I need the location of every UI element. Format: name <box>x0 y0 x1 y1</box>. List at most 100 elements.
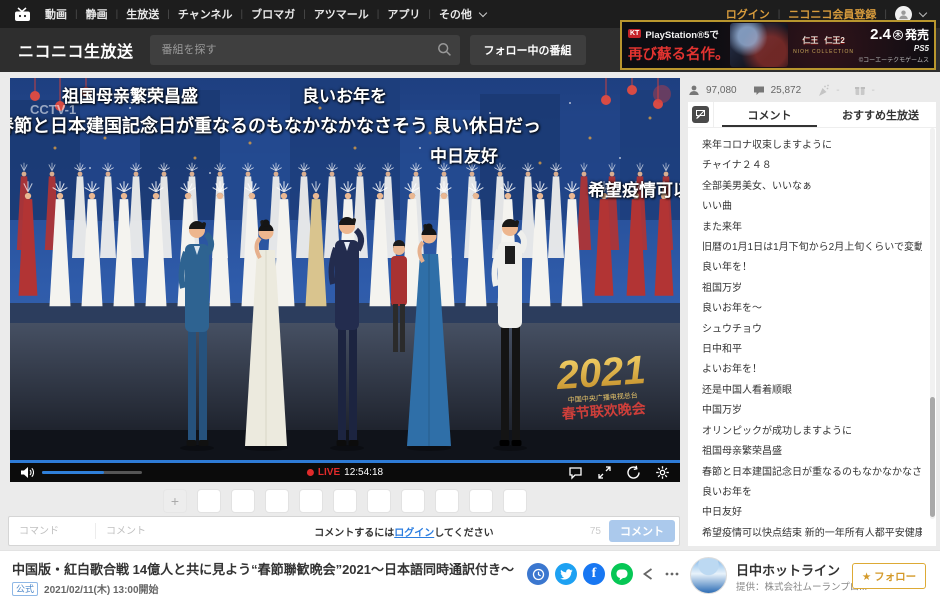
ad-artwork <box>730 23 789 67</box>
sidebar-tabs: コメント おすすめ生放送 <box>688 102 936 128</box>
gift-count: - <box>872 85 875 96</box>
line-share-icon[interactable] <box>611 563 633 585</box>
niconico-tv-icon[interactable] <box>14 7 31 22</box>
stamp-slot[interactable] <box>503 489 527 513</box>
nicolive-logo[interactable]: ニコニコ生放送 <box>18 38 134 62</box>
tab-comments[interactable]: コメント <box>714 102 825 127</box>
channel-provider: 提供：株式会社ムーランプロ... <box>736 579 867 593</box>
sidebar-panel: コメント おすすめ生放送 来年コロナ収束しますように チャイナ２４８ 全部美男美… <box>688 102 936 546</box>
stamp-slot[interactable] <box>197 489 221 513</box>
channel-name[interactable]: 日中ホットライン <box>736 560 840 579</box>
gift-icon <box>854 84 866 96</box>
live-comment: よいお年を！ <box>702 360 922 380</box>
ad-text-block: KT PlayStation®5で 再び蘇る名作。 <box>622 24 730 67</box>
live-comment: 良いお年を〜 <box>702 299 922 319</box>
gala-logo: 2021 中国中央广播电视总台 春节联欢晚会 <box>554 348 649 422</box>
svg-text:2021: 2021 <box>554 348 647 398</box>
more-options-icon[interactable] <box>663 563 681 585</box>
ad-release-word: 発売 <box>905 26 929 43</box>
nav-seiga[interactable]: 静画 <box>78 6 116 22</box>
ad-release-date: 2.4 <box>870 26 891 43</box>
stamp-slot[interactable] <box>367 489 391 513</box>
follow-button[interactable]: ★ フォロー <box>852 563 926 589</box>
comment-submit-button[interactable]: コメント <box>609 520 675 542</box>
settings-gear-icon[interactable] <box>655 465 670 480</box>
channel-avatar[interactable] <box>690 557 727 594</box>
reload-icon[interactable] <box>626 465 641 480</box>
nav-channel[interactable]: チャンネル <box>170 6 241 22</box>
stamp-slot[interactable] <box>333 489 357 513</box>
program-info-bar: 中国版・紅白歌合戦 14億人と共に見よう“春節聯歓晩会”2021〜日本語同時通訳… <box>0 550 940 607</box>
ps5-ad-banner[interactable]: KT PlayStation®5で 再び蘇る名作。 仁王 仁王2 NIOH CO… <box>620 20 936 70</box>
live-comment: 春節と日本建国記念日が重なるのもなかなかなさそう 良い休日だっ <box>702 463 922 483</box>
live-comment: 祖国万岁 <box>702 279 922 299</box>
stamp-slot[interactable] <box>231 489 255 513</box>
start-time: 2021/02/11(木) 13:00開始 <box>44 581 159 596</box>
timeshift-clock-icon[interactable] <box>527 563 549 585</box>
stamp-slot[interactable] <box>299 489 323 513</box>
twitter-share-icon[interactable] <box>555 563 577 585</box>
nav-live[interactable]: 生放送 <box>118 6 167 22</box>
fullscreen-icon[interactable] <box>597 465 612 480</box>
ad-release-day: 木 <box>893 30 903 40</box>
live-comment: 中日友好 <box>702 503 922 523</box>
global-nav: 動画| 静画| 生放送| チャンネル| ブロマガ| アツマール| アプリ| その… <box>37 6 486 22</box>
live-comment: また来年 <box>702 218 922 238</box>
live-comment: 祖国母亲繁荣昌盛 <box>702 442 922 462</box>
live-comment: チャイナ２４８ <box>702 156 922 176</box>
comment-filter-button[interactable] <box>688 102 714 127</box>
share-buttons: f <box>527 563 681 585</box>
nav-video[interactable]: 動画 <box>37 6 75 22</box>
share-icon[interactable] <box>639 563 657 585</box>
ad-line1: PlayStation®5で <box>645 27 719 41</box>
koei-tecmo-logo: KT <box>628 29 641 38</box>
search-icon[interactable] <box>437 42 452 62</box>
comment-mute-icon <box>692 106 709 123</box>
login-notice-link[interactable]: ログイン <box>394 528 434 539</box>
nav-divider: | <box>884 9 887 20</box>
nav-more[interactable]: その他 <box>431 6 480 22</box>
program-title: 中国版・紅白歌合戦 14億人と共に見よう“春節聯歓晩会”2021〜日本語同時通訳… <box>12 559 517 578</box>
volume-icon[interactable] <box>20 466 34 479</box>
stamp-slot[interactable] <box>401 489 425 513</box>
nav-blomaga[interactable]: ブロマガ <box>243 6 303 22</box>
viewer-count: 97,080 <box>706 85 737 96</box>
live-comment: 日中和平 <box>702 340 922 360</box>
live-comment: 旧暦の1月1日は1月下旬から2月上旬くらいで変動だったかな？ <box>702 238 922 258</box>
stamp-slot[interactable] <box>265 489 289 513</box>
broadcast-stats: 97,080 25,872 - - <box>688 81 936 99</box>
stamp-slot[interactable] <box>435 489 459 513</box>
ad-copyright: ©コーエーテクモゲームス <box>859 55 929 64</box>
video-player[interactable]: CCTV-1 2021 中国中央广播电视总台 春节联欢晚会 祖国母亲繁荣昌盛 良… <box>10 78 680 482</box>
nioh2-logo: 仁王2 <box>824 35 844 46</box>
nav-atsumaru[interactable]: アツマール <box>306 6 377 22</box>
comment-toggle-icon[interactable] <box>568 465 583 480</box>
live-comment: 来年コロナ収束しますように <box>702 136 922 156</box>
search-input[interactable] <box>150 35 460 65</box>
scrollbar-thumb[interactable] <box>930 397 935 517</box>
stamp-slot[interactable] <box>469 489 493 513</box>
chevron-down-icon[interactable] <box>919 8 927 16</box>
nioh-collection-label: NIOH COLLECTION <box>788 49 858 55</box>
video-scene: CCTV-1 2021 中国中央广播电视总台 春节联欢晚会 <box>10 78 680 460</box>
live-label: LIVE <box>318 467 340 478</box>
comment-scrollbar[interactable] <box>930 128 935 519</box>
comment-input[interactable] <box>96 517 226 545</box>
live-comment: シュウチョウ <box>702 320 922 340</box>
volume-slider[interactable] <box>42 471 142 474</box>
player-control-bar: LIVE 12:54:18 <box>10 460 680 482</box>
following-programs-button[interactable]: フォロー中の番組 <box>470 35 586 65</box>
live-comment-list[interactable]: 来年コロナ収束しますように チャイナ２４８ 全部美男美女、いいなぁ いい曲 また… <box>688 128 936 545</box>
tab-recommended-live[interactable]: おすすめ生放送 <box>825 102 936 127</box>
facebook-share-icon[interactable]: f <box>583 563 605 585</box>
nav-app[interactable]: アプリ <box>379 6 428 22</box>
live-comment: 还是中国人看着顺眼 <box>702 381 922 401</box>
char-count: 75 <box>590 526 601 537</box>
nicoad-icon <box>817 84 830 97</box>
command-input[interactable] <box>9 517 95 545</box>
ad-line2: 再び蘇る名作。 <box>628 43 730 64</box>
ps5-logo: PS5 <box>859 44 929 53</box>
add-stamp-button[interactable]: + <box>163 489 187 513</box>
viewers-icon <box>688 84 700 96</box>
cctv-watermark: CCTV-1 <box>30 102 76 117</box>
